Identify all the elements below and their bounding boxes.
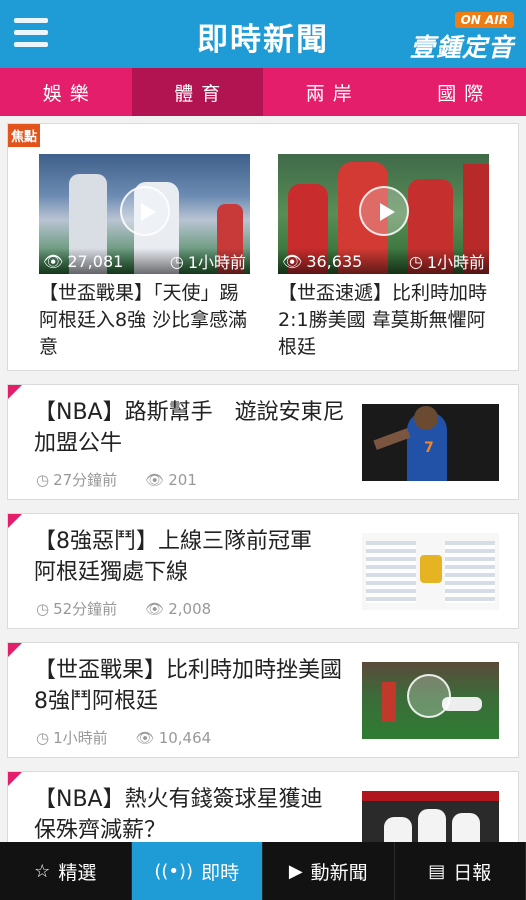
brand-logo[interactable]: ON AIR 壹鍾定音	[394, 12, 514, 62]
tab-cross-strait[interactable]: 兩岸	[263, 68, 395, 116]
time-ago: 1小時前	[187, 253, 246, 272]
clock-icon: ◷	[36, 728, 50, 747]
corner-marker	[8, 772, 22, 786]
news-title[interactable]: 【NBA】熱火有錢簽球星獲迪 保殊齊減薪？	[34, 784, 346, 846]
time-ago: 52分鐘前	[53, 600, 118, 618]
corner-marker	[8, 643, 22, 657]
on-air-badge: ON AIR	[454, 12, 514, 28]
featured-card[interactable]: 👁 36,635 ◷ 1小時前 【世盃速遞】比利時加時2:1勝美國 韋莫斯無懼阿根廷	[278, 154, 489, 361]
focus-badge: 焦點	[8, 124, 41, 147]
eye-icon: 👁	[135, 728, 155, 747]
news-title[interactable]: 【8強惡鬥】上線三隊前冠軍 阿根廷獨處下線	[34, 526, 346, 588]
corner-marker	[8, 385, 22, 399]
news-thumbnail[interactable]	[362, 533, 499, 610]
news-thumbnail[interactable]	[362, 662, 499, 739]
app-header: 即時新聞 ON AIR 壹鍾定音	[0, 0, 526, 68]
view-count: 36,635	[306, 251, 363, 271]
bottom-nav: ☆ 精選 ((•)) 即時 ▶ 動新聞 ▤ 日報	[0, 842, 526, 900]
play-icon[interactable]	[358, 186, 409, 236]
bottom-tab-live[interactable]: ((•)) 即時	[131, 842, 263, 900]
tab-sports[interactable]: 體育	[131, 68, 263, 116]
play-circle-icon: ▶	[288, 860, 303, 882]
eye-icon: 👁	[145, 470, 165, 489]
bottom-tab-video-news[interactable]: ▶ 動新聞	[263, 842, 395, 900]
clock-icon: ◷	[36, 470, 50, 489]
view-count: 2,008	[168, 599, 212, 618]
list-item[interactable]: 【世盃戰果】比利時加時挫美國 8強鬥阿根廷 ◷ 1小時前 👁 10,464	[7, 642, 519, 758]
clock-icon: ◷	[408, 251, 423, 271]
eye-icon: 👁	[43, 251, 64, 271]
list-item[interactable]: 【NBA】路斯幫手 遊說安東尼加盟公牛 ◷ 27分鐘前 👁 201 7	[7, 384, 519, 500]
featured-section: 焦點 👁 27,081 ◷ 1小時前 【世盃戰果】「天使」踢阿根廷入8強 沙比拿感滿…	[7, 123, 519, 371]
clock-icon: ◷	[36, 599, 50, 618]
star-icon: ☆	[34, 860, 51, 882]
list-item[interactable]: 【8強惡鬥】上線三隊前冠軍 阿根廷獨處下線 ◷ 52分鐘前 👁 2,008	[7, 513, 519, 629]
video-thumbnail[interactable]: 👁 27,081 ◷ 1小時前	[39, 154, 250, 274]
news-title[interactable]: 【NBA】路斯幫手 遊說安東尼加盟公牛	[34, 397, 346, 459]
bottom-tab-featured[interactable]: ☆ 精選	[0, 842, 132, 900]
play-icon[interactable]	[407, 674, 451, 718]
time-ago: 1小時前	[426, 253, 485, 272]
view-count: 201	[168, 470, 197, 489]
view-count: 10,464	[158, 728, 212, 747]
featured-card[interactable]: 👁 27,081 ◷ 1小時前 【世盃戰果】「天使」踢阿根廷入8強 沙比拿感滿意	[39, 154, 250, 361]
tab-entertainment[interactable]: 娛樂	[0, 68, 132, 116]
tab-international[interactable]: 國際	[395, 68, 526, 116]
time-ago: 27分鐘前	[53, 471, 118, 489]
newspaper-icon: ▤	[428, 860, 446, 882]
play-icon[interactable]	[119, 186, 170, 236]
view-count: 27,081	[67, 251, 124, 271]
bottom-tab-daily[interactable]: ▤ 日報	[395, 842, 526, 900]
featured-title[interactable]: 【世盃速遞】比利時加時2:1勝美國 韋莫斯無懼阿根廷	[278, 280, 489, 361]
clock-icon: ◷	[169, 251, 184, 271]
broadcast-icon: ((•))	[154, 860, 194, 882]
category-tabs: 娛樂 體育 兩岸 國際	[0, 68, 526, 116]
featured-title[interactable]: 【世盃戰果】「天使」踢阿根廷入8強 沙比拿感滿意	[39, 280, 250, 361]
news-thumbnail[interactable]: 7	[362, 404, 499, 481]
brand-name: 壹鍾定音	[409, 33, 514, 62]
eye-icon: 👁	[145, 599, 165, 618]
video-thumbnail[interactable]: 👁 36,635 ◷ 1小時前	[278, 154, 489, 274]
time-ago: 1小時前	[53, 729, 108, 747]
eye-icon: 👁	[282, 251, 303, 271]
news-title[interactable]: 【世盃戰果】比利時加時挫美國 8強鬥阿根廷	[34, 655, 346, 717]
corner-marker	[8, 514, 22, 528]
